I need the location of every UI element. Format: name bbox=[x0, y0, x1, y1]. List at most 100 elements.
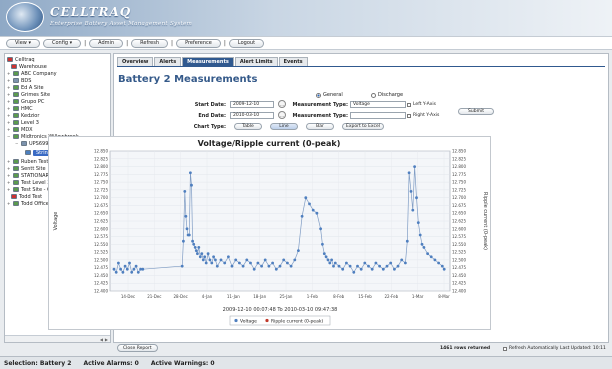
voltage-data-point bbox=[348, 264, 352, 268]
menu-view-button[interactable]: View ▾ bbox=[6, 38, 40, 48]
measurement-type-2-select[interactable] bbox=[350, 112, 406, 119]
tab-alerts[interactable]: Alerts bbox=[154, 57, 182, 66]
menu-refresh-button[interactable]: Refresh bbox=[131, 38, 169, 48]
tree-item-abc-company[interactable]: + ABC Company bbox=[7, 70, 57, 77]
last-updated-text: Last Updated: 10:11 bbox=[560, 346, 606, 351]
tree-item-stationary[interactable]: + STATIONARY bbox=[7, 172, 52, 179]
radio-on-icon bbox=[316, 92, 321, 98]
measurement-type-select[interactable]: Voltage bbox=[350, 101, 406, 108]
tree-item-mdx[interactable]: + MDX bbox=[7, 126, 33, 133]
x-tick-label: 11-Jan bbox=[227, 294, 240, 299]
end-date-input[interactable]: 2010-03-10 bbox=[230, 112, 274, 119]
expand-icon: + bbox=[7, 180, 11, 185]
voltage-data-point bbox=[182, 239, 185, 243]
mode-general-radio[interactable]: General bbox=[316, 92, 343, 98]
y-tick-label: 12.825 bbox=[94, 156, 108, 161]
tree-item-test-level-3[interactable]: + Test Level 3 bbox=[7, 179, 50, 186]
y-tick-label: 12.675 bbox=[94, 203, 108, 208]
start-date-calendar-button[interactable]: … bbox=[278, 100, 286, 108]
tree-item-ed-a-site[interactable]: + Ed A Site bbox=[7, 84, 44, 91]
voltage-data-point bbox=[413, 165, 416, 168]
tab-overview[interactable]: Overview bbox=[117, 57, 154, 66]
voltage-data-point bbox=[319, 227, 322, 231]
site-icon bbox=[11, 194, 17, 199]
close-report-button[interactable]: Close Report bbox=[117, 344, 158, 352]
voltage-data-point bbox=[341, 267, 345, 271]
y-tick-label-right: 12.750 bbox=[452, 180, 466, 185]
voltage-data-point bbox=[200, 252, 204, 256]
tree-scroll-controls[interactable]: ◀ ▶ bbox=[5, 335, 110, 342]
chart-type-table-button[interactable]: Table bbox=[234, 123, 262, 130]
voltage-data-point bbox=[214, 258, 217, 262]
x-tick-label: 4-Jan bbox=[202, 294, 213, 299]
tree-root[interactable]: Celltraq bbox=[7, 56, 35, 63]
tree-item-sentt-site[interactable]: + Sentt Site bbox=[7, 165, 46, 172]
tab-events[interactable]: Events bbox=[278, 57, 308, 66]
tree-item-bds[interactable]: + BDS bbox=[7, 77, 31, 84]
tab-measurements[interactable]: Measurements bbox=[182, 57, 234, 66]
measurement-type-label: Measurement Type: bbox=[292, 102, 348, 108]
tree-item-kedzior[interactable]: + Kedzior bbox=[7, 112, 39, 119]
voltage-data-point bbox=[278, 264, 282, 268]
tree-item-ups6990[interactable]: − UPS6990 bbox=[15, 140, 52, 147]
x-tick-label: 18-Jan bbox=[253, 294, 266, 299]
voltage-data-point bbox=[132, 267, 136, 271]
submit-button[interactable]: Submit bbox=[458, 108, 494, 115]
mode-discharge-radio[interactable]: Discharge bbox=[371, 92, 403, 98]
voltage-data-point bbox=[189, 171, 192, 175]
site-icon bbox=[13, 201, 19, 206]
tree-item-grimes-site[interactable]: + Grimes Site bbox=[7, 91, 50, 98]
chart-title: Voltage/Ripple current (0-peak) bbox=[198, 139, 341, 148]
chart-type-bar-button[interactable]: Bar bbox=[306, 123, 334, 130]
voltage-data-point bbox=[121, 270, 125, 274]
tree-item-hmc[interactable]: + HMC bbox=[7, 105, 33, 112]
voltage-data-point bbox=[219, 258, 223, 262]
menu-separator: | bbox=[126, 39, 129, 47]
site-icon bbox=[13, 127, 19, 132]
refresh-automatically-checkbox[interactable]: Refresh Automatically bbox=[503, 346, 558, 351]
chart-type-line-button[interactable]: Line bbox=[270, 123, 298, 130]
voltage-data-point bbox=[308, 202, 311, 206]
end-date-calendar-button[interactable]: … bbox=[278, 111, 286, 119]
x-tick-label: 14-Dec bbox=[121, 294, 135, 299]
expand-icon: + bbox=[7, 127, 11, 132]
menu-logout-button[interactable]: Logout bbox=[228, 38, 265, 48]
voltage-data-point bbox=[194, 249, 198, 252]
voltage-data-point bbox=[304, 196, 308, 200]
export-excel-button[interactable]: Export to Excel bbox=[342, 123, 384, 130]
menu-config-button[interactable]: Config ▾ bbox=[42, 38, 82, 48]
voltage-data-point bbox=[238, 261, 241, 265]
y-tick-label: 12.700 bbox=[94, 195, 108, 200]
voltage-data-point bbox=[193, 246, 197, 249]
voltage-data-point bbox=[185, 227, 189, 231]
expand-icon: + bbox=[7, 166, 11, 171]
y-tick-label-right: 12.525 bbox=[452, 250, 466, 255]
voltage-data-point bbox=[206, 252, 210, 256]
voltage-data-point bbox=[204, 261, 208, 265]
tree-item-warehouse[interactable]: Warehouse bbox=[11, 63, 47, 70]
start-date-input[interactable]: 2009-12-10 bbox=[230, 101, 274, 108]
left-axis-checkbox[interactable]: Left Y-Axis bbox=[407, 102, 436, 107]
voltage-data-point bbox=[300, 214, 304, 218]
voltage-data-point bbox=[134, 264, 138, 268]
menu-preference-button[interactable]: Preference bbox=[176, 38, 221, 48]
expand-icon: + bbox=[7, 113, 11, 118]
tree-item-level-3[interactable]: + Level 3 bbox=[7, 119, 39, 126]
voltage-data-point bbox=[184, 214, 188, 218]
voltage-data-point bbox=[356, 264, 359, 268]
voltage-data-point bbox=[282, 258, 286, 262]
voltage-data-point bbox=[393, 267, 396, 271]
tree-item-todd-test[interactable]: Todd Test bbox=[11, 193, 42, 200]
tree-item-grupo-pc[interactable]: + Grupo PC bbox=[7, 98, 44, 105]
collapse-icon: − bbox=[15, 141, 19, 146]
y-tick-label: 12.725 bbox=[94, 187, 108, 192]
menu-admin-button[interactable]: Admin bbox=[89, 38, 124, 48]
right-axis-checkbox[interactable]: Right Y-Axis bbox=[407, 113, 439, 118]
voltage-data-point bbox=[324, 255, 328, 259]
site-icon bbox=[13, 173, 19, 178]
voltage-data-point bbox=[123, 264, 127, 268]
site-icon bbox=[13, 99, 19, 104]
tab-alert-limits[interactable]: Alert Limits bbox=[234, 57, 278, 66]
voltage-data-point bbox=[396, 264, 400, 268]
y-tick-label: 12.850 bbox=[94, 149, 108, 154]
